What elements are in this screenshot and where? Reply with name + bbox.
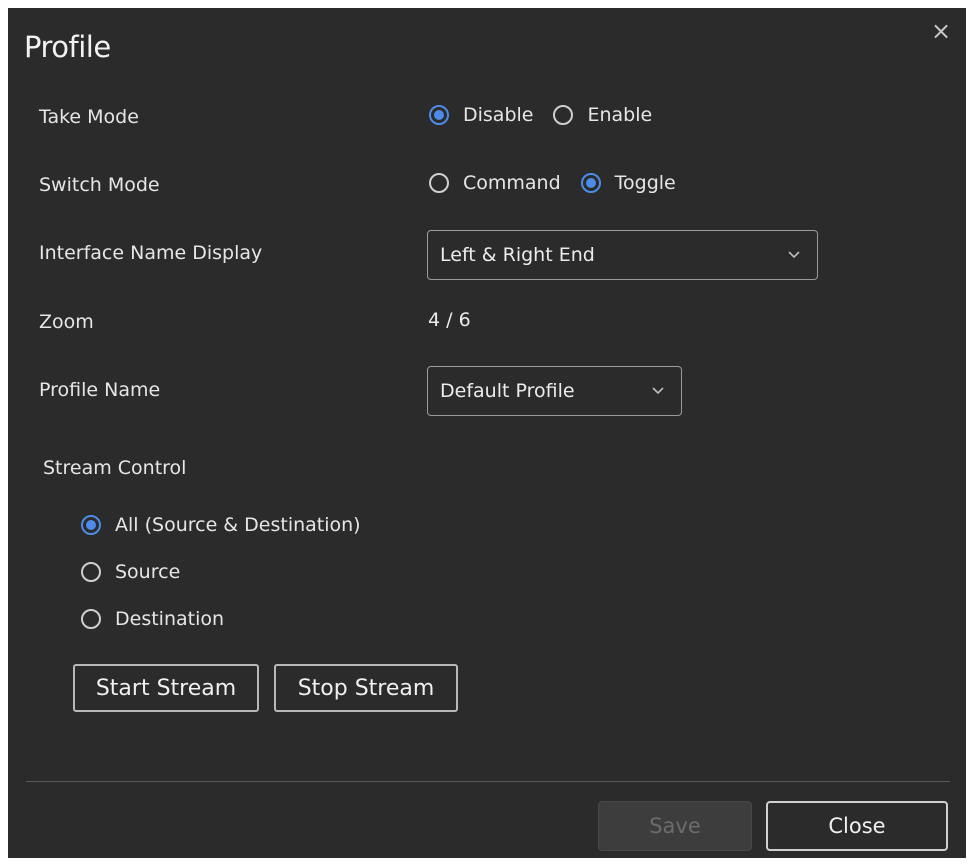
radio-unchecked-icon: [81, 609, 101, 629]
interface-name-display-label: Interface Name Display: [39, 242, 263, 264]
switch-mode-command-radio[interactable]: Command: [429, 172, 561, 194]
radio-checked-icon: [580, 173, 601, 193]
stream-destination-radio[interactable]: Destination: [81, 608, 224, 630]
zoom-label: Zoom: [39, 311, 94, 333]
radio-label: All (Source & Destination): [115, 514, 361, 536]
stream-all-radio[interactable]: All (Source & Destination): [81, 514, 361, 536]
dialog-title: Profile: [24, 30, 111, 64]
footer-divider: [26, 781, 950, 782]
close-icon[interactable]: ×: [930, 19, 952, 43]
chevron-down-icon: [788, 251, 800, 259]
radio-unchecked-icon: [81, 562, 101, 582]
profile-name-select[interactable]: Default Profile: [427, 366, 682, 416]
stream-source-radio[interactable]: Source: [81, 561, 180, 583]
take-mode-enable-radio[interactable]: Enable: [553, 104, 652, 126]
radio-checked-icon: [429, 105, 449, 125]
profile-name-label: Profile Name: [39, 379, 161, 401]
stream-control-label: Stream Control: [43, 457, 187, 479]
radio-label: Enable: [587, 104, 653, 126]
interface-name-display-select[interactable]: Left & Right End: [427, 230, 818, 280]
radio-label: Disable: [463, 104, 534, 126]
switch-mode-toggle-radio[interactable]: Toggle: [580, 172, 676, 194]
profile-dialog: Profile × Take Mode Disable Enable Switc…: [8, 8, 966, 858]
select-value: Left & Right End: [440, 244, 595, 266]
radio-checked-icon: [81, 515, 101, 535]
save-button[interactable]: Save: [598, 801, 752, 851]
radio-label: Command: [463, 172, 561, 194]
zoom-value: 4 / 6: [428, 309, 471, 331]
take-mode-disable-radio[interactable]: Disable: [429, 104, 533, 126]
take-mode-radio-group: Disable Enable: [429, 104, 672, 126]
radio-unchecked-icon: [429, 173, 449, 193]
radio-unchecked-icon: [553, 105, 574, 125]
select-value: Default Profile: [440, 380, 575, 402]
start-stream-button[interactable]: Start Stream: [73, 664, 259, 712]
radio-label: Source: [115, 561, 181, 583]
switch-mode-label: Switch Mode: [39, 174, 160, 196]
take-mode-label: Take Mode: [39, 106, 139, 128]
chevron-down-icon: [652, 387, 664, 395]
close-button[interactable]: Close: [766, 801, 948, 851]
radio-label: Destination: [115, 608, 225, 630]
stop-stream-button[interactable]: Stop Stream: [274, 664, 458, 712]
radio-label: Toggle: [614, 172, 676, 194]
switch-mode-radio-group: Command Toggle: [429, 172, 696, 194]
